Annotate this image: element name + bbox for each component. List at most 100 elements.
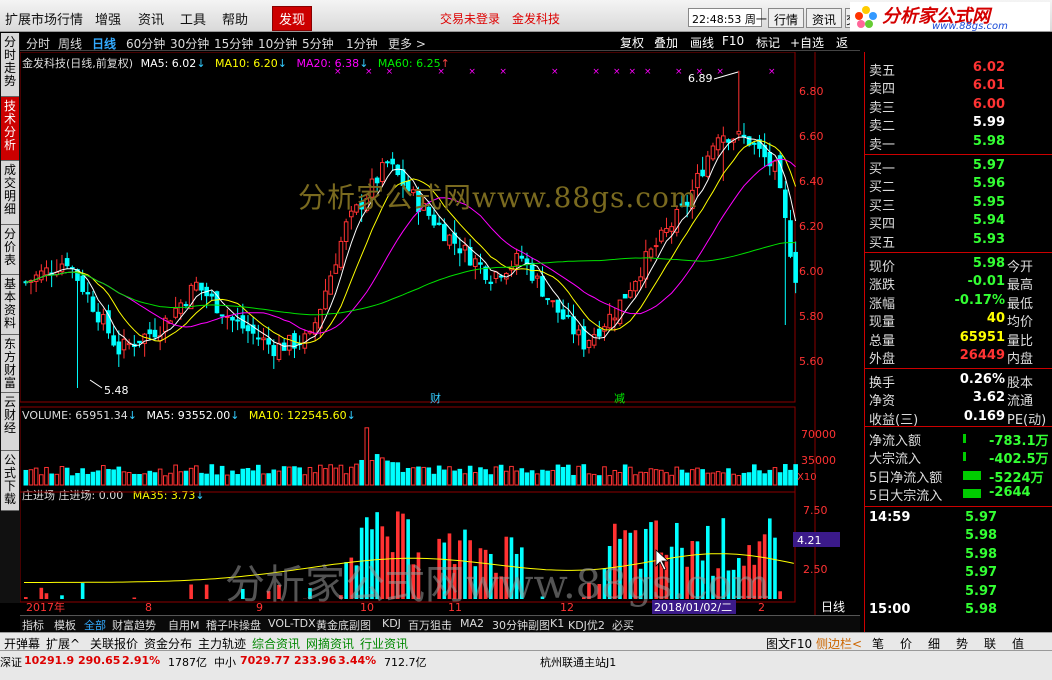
bid-level-2: 买二 5.96 <box>869 176 1049 195</box>
indicator-tab-0[interactable]: 指标 <box>22 617 44 633</box>
candle-body <box>545 298 550 301</box>
ask-level-2-label: 卖二 <box>869 119 896 135</box>
tool-5[interactable]: +自选 <box>790 34 824 51</box>
period-3[interactable]: 60分钟 <box>126 35 165 52</box>
fund-0-label: 换手 <box>869 376 896 391</box>
volume-bar <box>431 473 437 486</box>
low-arrow <box>89 379 103 389</box>
candle-body <box>793 251 798 283</box>
ask-level-5: 卖五 6.02 <box>869 60 1049 79</box>
left-tab-3[interactable]: 分价表 <box>1 225 19 275</box>
menu-info[interactable]: 资讯 <box>138 9 164 28</box>
volume-bar <box>400 471 406 486</box>
volume-bar <box>256 464 261 486</box>
left-tab-0[interactable]: 分时走势 <box>1 33 19 97</box>
indicator-tab-10[interactable]: MA2 <box>460 617 484 630</box>
volume-bar <box>566 464 571 486</box>
candle-body <box>390 158 395 165</box>
period-8[interactable]: 1分钟 <box>346 35 378 52</box>
sme-index-change: 233.96 <box>294 654 337 667</box>
volume-bar <box>473 472 478 486</box>
daily-tab[interactable]: 日线 <box>821 598 845 615</box>
trade-login-status[interactable]: 交易未登录 <box>440 10 500 27</box>
period-9[interactable]: 更多 > <box>388 35 426 52</box>
volume-bar <box>576 465 581 486</box>
menu-help[interactable]: 帮助 <box>222 9 248 28</box>
menu-enhance[interactable]: 增强 <box>95 9 121 28</box>
volume-bar <box>173 464 178 486</box>
indicator-tab-7[interactable]: 黄金底副图 <box>316 617 371 633</box>
left-tab-6[interactable]: 云财经 <box>1 393 19 451</box>
indicator-tab-11[interactable]: 30分钟副图 <box>492 617 550 633</box>
left-tab-2[interactable]: 成交明细 <box>1 161 19 225</box>
candle-body <box>333 264 339 274</box>
volume-bar <box>194 465 199 486</box>
indicator-tab-14[interactable]: 必买 <box>612 617 634 633</box>
indicator-tab-1[interactable]: 模板 <box>54 617 76 633</box>
stat-1: 涨跌 -0.01 最高 <box>869 274 1049 293</box>
volume-bar <box>302 474 308 486</box>
indicator-tab-9[interactable]: 百万狙击 <box>408 617 452 633</box>
candle-body <box>462 244 468 251</box>
candle-body <box>44 267 49 276</box>
indicator-tab-6[interactable]: VOL-TDX <box>268 617 316 630</box>
candle-body <box>240 315 246 329</box>
tool-1[interactable]: 叠加 <box>654 34 678 51</box>
volume-bar <box>411 467 416 486</box>
volume-bar <box>705 472 711 486</box>
period-5[interactable]: 15分钟 <box>214 35 253 52</box>
candle-body <box>173 307 178 318</box>
indicator-tab-4[interactable]: 自用M <box>168 617 200 633</box>
period-7[interactable]: 5分钟 <box>302 35 334 52</box>
tool-0[interactable]: 复权 <box>620 34 644 51</box>
volume-bar <box>266 473 271 486</box>
bid-level-1-value: 5.97 <box>972 158 1005 173</box>
candle-body <box>230 316 235 321</box>
ask-level-4: 卖四 6.01 <box>869 78 1049 97</box>
menu-extended-market[interactable]: 扩展市场行情 <box>5 9 83 28</box>
news-button[interactable]: 资讯 <box>806 8 843 28</box>
indicator-tab-12[interactable]: K1 <box>550 617 564 630</box>
volume-bars <box>23 427 798 486</box>
signal-mark: × <box>768 67 776 77</box>
indicator-tab-2[interactable]: 全部 <box>84 617 106 633</box>
menu-discover[interactable]: 发现 <box>272 6 313 31</box>
tool-4[interactable]: 标记 <box>756 34 780 51</box>
candle-body <box>266 338 271 345</box>
watermark-bottom: 分析家公式网www.88gs.com <box>225 562 770 608</box>
indicator-tab-3[interactable]: 财富趋势 <box>112 617 156 633</box>
candle-body <box>194 281 199 291</box>
kline-chart[interactable]: × × × × × × × × × × × × × × ×6.895.48财 减6.806.606.406.2… <box>20 52 860 615</box>
tool-6[interactable]: 返 <box>836 34 848 51</box>
left-tab-1[interactable]: 技术分析 <box>1 97 19 161</box>
tick-5: 15:00 5.98 <box>869 602 1049 620</box>
price-tick: 5.80 <box>799 310 824 323</box>
candle-body <box>287 334 292 351</box>
indicator-tab-5[interactable]: 稽子咔操盘 <box>206 617 261 633</box>
finance-marker[interactable]: 财 <box>430 391 441 405</box>
candle-body <box>436 222 442 225</box>
menu-tools[interactable]: 工具 <box>180 9 206 28</box>
reduce-marker[interactable]: 减 <box>614 392 625 405</box>
left-tab-5[interactable]: 东方财富 <box>1 335 19 393</box>
ask-level-3-value: 6.00 <box>972 96 1005 112</box>
left-tab-7[interactable]: 公式下载 <box>1 451 19 511</box>
volume-bar <box>597 475 602 486</box>
left-tab-4[interactable]: 基本资料 <box>1 275 19 335</box>
period-1[interactable]: 周线 <box>58 35 82 52</box>
period-6[interactable]: 10分钟 <box>258 35 297 52</box>
period-4[interactable]: 30分钟 <box>170 35 209 52</box>
period-0[interactable]: 分时 <box>26 35 50 52</box>
volume-bar <box>628 466 633 486</box>
quote-button[interactable]: 行情 <box>768 8 805 28</box>
volume-bar <box>488 474 494 486</box>
server-name[interactable]: 杭州联通主站J1 <box>540 654 616 670</box>
indicator-tab-8[interactable]: KDJ <box>382 617 401 630</box>
indicator-tab-13[interactable]: KDJ优2 <box>568 617 605 633</box>
volume-bar <box>147 470 153 486</box>
tool-2[interactable]: 画线 <box>690 34 714 51</box>
period-2[interactable]: 日线 <box>92 35 116 52</box>
sz-index-percent: 2.91% <box>122 654 161 667</box>
volume-bar <box>318 464 323 486</box>
tool-3[interactable]: F10 <box>722 34 744 48</box>
